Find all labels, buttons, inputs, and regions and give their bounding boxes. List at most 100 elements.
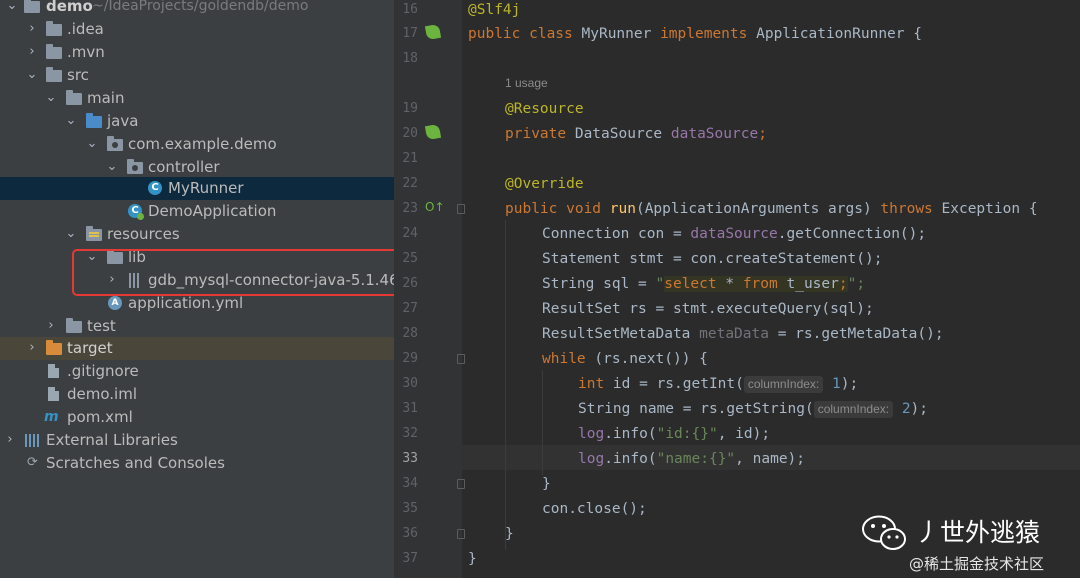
folder-icon	[66, 90, 82, 105]
keyword: while	[542, 351, 595, 367]
chevron-down-icon[interactable]: ⌄	[6, 0, 18, 18]
chevron-right-icon[interactable]: ›	[26, 41, 38, 64]
tree-row-target[interactable]: › target	[0, 337, 394, 360]
code-line-30[interactable]: int id = rs.getInt(columnIndex: 1);	[578, 374, 858, 399]
tree-row-src[interactable]: ⌄ src	[0, 64, 394, 87]
code-line-33[interactable]: log.info("name:{}", name);	[578, 449, 805, 474]
tree-row-controller[interactable]: ⌄ controller	[0, 156, 394, 179]
chevron-down-icon[interactable]: ⌄	[45, 87, 57, 110]
tree-label: pom.xml	[67, 408, 133, 426]
chevron-right-icon[interactable]: ›	[45, 315, 57, 338]
indent-guide	[542, 370, 543, 475]
line-number-current: 33	[402, 451, 418, 466]
chevron-down-icon[interactable]: ⌄	[26, 64, 38, 87]
unused-variable: metaData	[699, 326, 769, 342]
file-icon	[48, 364, 59, 378]
number: 1	[831, 376, 841, 392]
line-number: 34	[402, 476, 418, 491]
code-line-19[interactable]: @Resource	[505, 99, 584, 124]
tree-label: demo	[46, 0, 93, 15]
tree-row-main[interactable]: ⌄ main	[0, 87, 394, 110]
fold-marker-icon[interactable]	[457, 204, 465, 214]
tree-row-demo-iml[interactable]: demo.iml	[0, 383, 394, 406]
code-text: ApplicationRunner {	[756, 26, 922, 42]
tree-row-demoapplication[interactable]: C DemoApplication	[0, 200, 394, 223]
scratches-icon: ⟳	[27, 455, 38, 470]
string: "name:{}"	[656, 451, 736, 467]
code-line-17[interactable]: public class MyRunner implements Applica…	[468, 24, 922, 49]
code-line-32[interactable]: log.info("id:{}", id);	[578, 424, 770, 449]
code-line-25[interactable]: Statement stmt = con.createStatement();	[542, 249, 882, 274]
tree-label: controller	[148, 158, 220, 176]
highlight-box	[72, 249, 394, 296]
tree-row-java[interactable]: ⌄ java	[0, 110, 394, 133]
fold-marker-icon[interactable]	[457, 529, 465, 539]
line-number: 20	[402, 126, 418, 141]
code-line-35[interactable]: con.close();	[542, 499, 647, 524]
excluded-folder-icon	[46, 340, 62, 355]
fold-marker-icon[interactable]	[457, 354, 465, 364]
keyword: private	[505, 126, 575, 142]
tree-label: demo.iml	[67, 385, 137, 403]
tree-label: test	[87, 317, 116, 335]
line-number: 22	[402, 176, 418, 191]
keyword: public class	[468, 26, 582, 42]
tree-row-mvn[interactable]: › .mvn	[0, 41, 394, 64]
code-text: }	[505, 526, 514, 542]
code-text: (ApplicationArguments args)	[635, 201, 881, 217]
code-line-16[interactable]: @Slf4j	[468, 0, 520, 25]
usage-hint[interactable]: 1 usage	[505, 73, 548, 93]
code-line-24[interactable]: Connection con = dataSource.getConnectio…	[542, 224, 926, 249]
chevron-down-icon[interactable]: ⌄	[86, 133, 98, 156]
code-line-20[interactable]: private DataSource dataSource;	[505, 124, 767, 149]
code-text: }	[468, 551, 477, 567]
code-line-37[interactable]: }	[468, 549, 477, 574]
folder-icon	[46, 44, 62, 59]
tree-row-test[interactable]: › test	[0, 315, 394, 338]
code-text: .info(	[604, 426, 657, 442]
tree-label: com.example.demo	[128, 135, 277, 153]
tree-label: .gitignore	[67, 362, 139, 380]
tree-row-myrunner[interactable]: C MyRunner	[0, 177, 394, 200]
chevron-right-icon[interactable]: ›	[4, 429, 16, 452]
watermark-site: @稀土掘金技术社区	[909, 555, 1045, 573]
code-line-22[interactable]: @Override	[505, 174, 584, 199]
code-line-26[interactable]: String sql = "select * from t_user;";	[542, 274, 865, 299]
field-name: log	[578, 426, 605, 442]
code-line-36[interactable]: }	[505, 524, 514, 549]
code-line-34[interactable]: }	[542, 474, 551, 499]
tree-row-idea[interactable]: › .idea	[0, 18, 394, 41]
tree-row-scratches[interactable]: ⟳ Scratches and Consoles	[0, 452, 394, 475]
field-name: dataSource	[690, 226, 778, 242]
line-number: 36	[402, 526, 418, 541]
code-line-28[interactable]: ResultSetMetaData metaData = rs.getMetaD…	[542, 324, 944, 349]
tree-row-pom[interactable]: m pom.xml	[0, 406, 394, 429]
yaml-file-icon: A	[108, 296, 122, 310]
chevron-down-icon[interactable]: ⌄	[65, 110, 77, 133]
tree-label: .mvn	[67, 43, 105, 61]
code-line-27[interactable]: ResultSet rs = stmt.executeQuery(sql);	[542, 299, 874, 324]
watermark-author: 丿世外逃猿	[915, 518, 1041, 547]
tree-row-package[interactable]: ⌄ com.example.demo	[0, 133, 394, 156]
chevron-right-icon[interactable]: ›	[26, 18, 38, 41]
fold-marker-icon[interactable]	[457, 479, 465, 489]
tree-row-external-libraries[interactable]: › External Libraries	[0, 429, 394, 452]
tree-row-demo[interactable]: ⌄ demo ~/IdeaProjects/goldendb/demo	[0, 0, 394, 18]
tree-row-gitignore[interactable]: .gitignore	[0, 360, 394, 383]
chevron-down-icon[interactable]: ⌄	[65, 223, 77, 246]
code-line-29[interactable]: while (rs.next()) {	[542, 349, 708, 374]
folder-icon	[46, 21, 62, 36]
code-line-23[interactable]: public void run(ApplicationArguments arg…	[505, 199, 1038, 224]
annotation: @Override	[505, 176, 584, 192]
chevron-right-icon[interactable]: ›	[26, 337, 38, 360]
chevron-down-icon[interactable]: ⌄	[106, 156, 118, 179]
line-number: 35	[402, 501, 418, 516]
code-text: ResultSet rs = stmt.executeQuery(sql);	[542, 301, 874, 317]
code-line-31[interactable]: String name = rs.getString(columnIndex: …	[578, 399, 928, 424]
keyword: int	[578, 376, 613, 392]
code-text: = rs.getMetaData();	[768, 326, 944, 342]
code-text: con.close();	[542, 501, 647, 517]
module-file-icon	[48, 387, 59, 401]
override-method-icon[interactable]: O↑	[425, 200, 445, 214]
tree-row-resources[interactable]: ⌄ resources	[0, 223, 394, 246]
